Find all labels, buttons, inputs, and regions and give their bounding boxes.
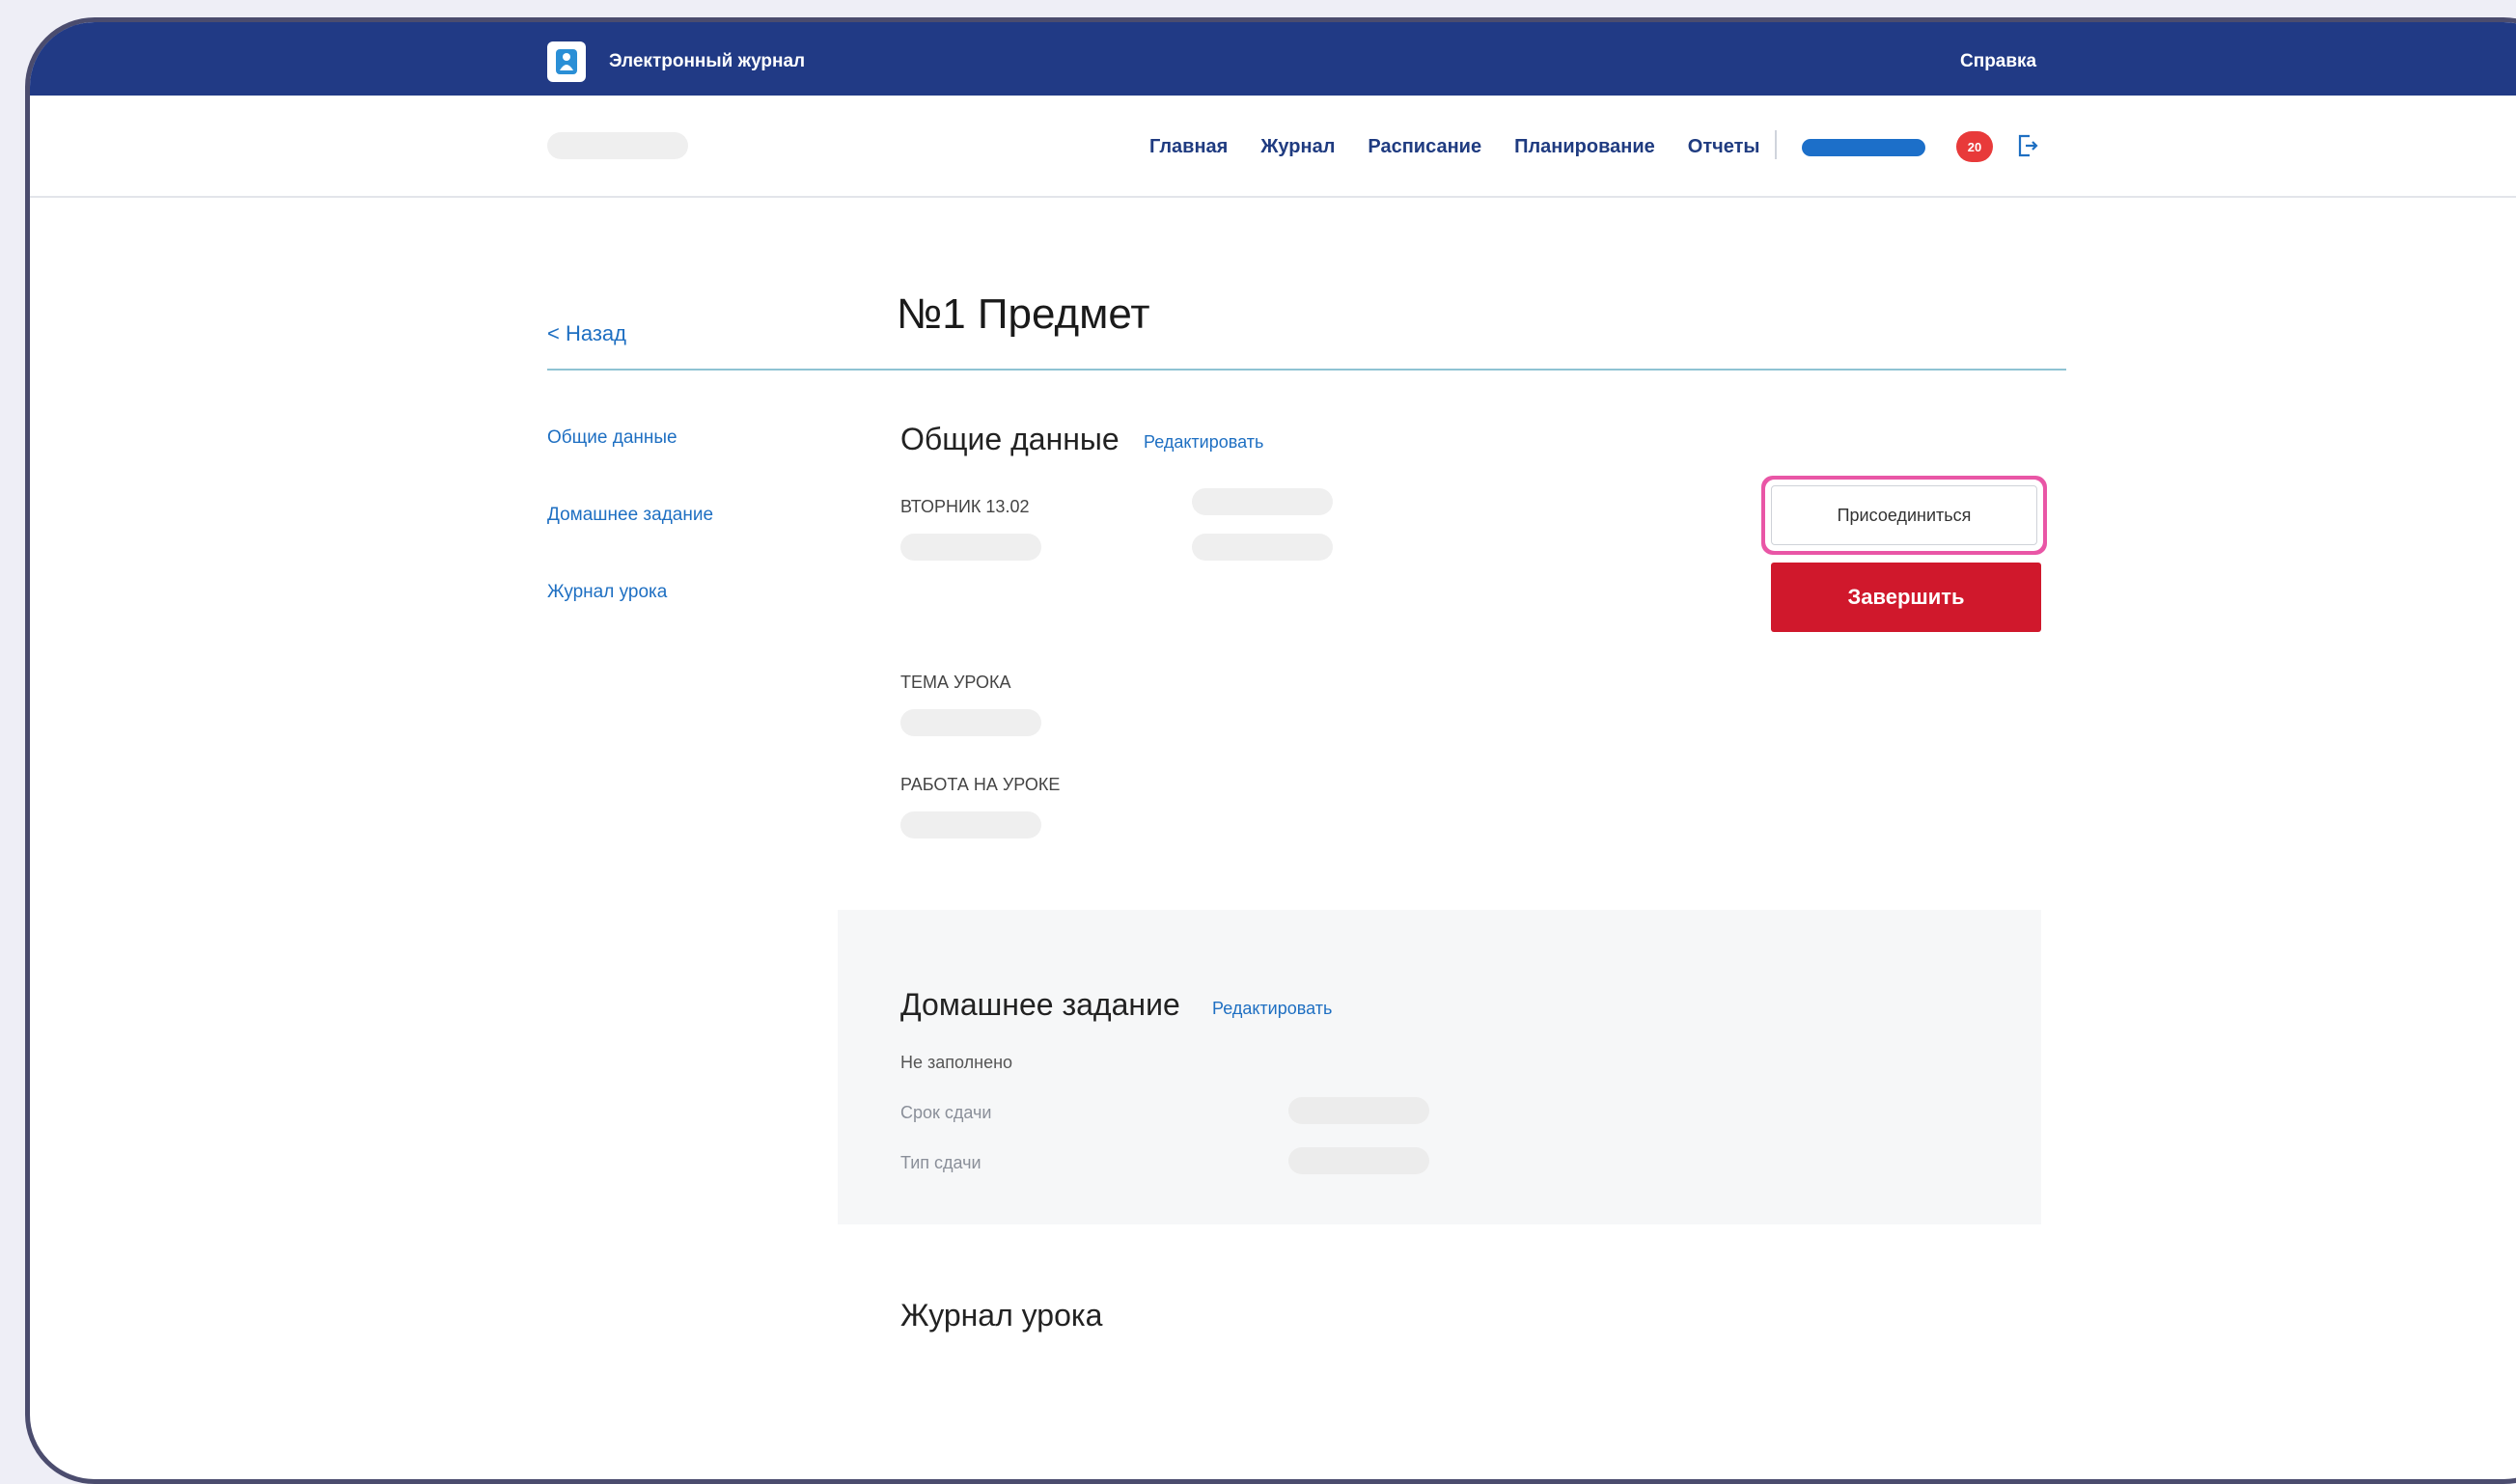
teacher-placeholder	[1192, 488, 1333, 515]
help-link[interactable]: Справка	[1960, 51, 2036, 72]
nav-divider	[1775, 130, 1777, 159]
homework-status: Не заполнено	[900, 1053, 1013, 1072]
lesson-journal-title: Журнал урока	[900, 1298, 1103, 1333]
deadline-label: Срок сдачи	[900, 1103, 992, 1122]
title-divider	[547, 369, 2066, 371]
top-bar: Электронный журнал Справка	[30, 22, 2516, 96]
submission-type-placeholder	[1288, 1147, 1429, 1174]
homework-section-title: Домашнее задание	[900, 987, 1180, 1022]
page-title: №1 Предмет	[897, 290, 1150, 338]
general-edit-link[interactable]: Редактировать	[1144, 432, 1263, 453]
classroom-placeholder	[1192, 534, 1333, 561]
lesson-topic-placeholder	[900, 709, 1041, 736]
nav-link-home[interactable]: Главная	[1149, 136, 1228, 158]
sidebar-item-homework[interactable]: Домашнее задание	[547, 505, 713, 526]
notifications-badge[interactable]: 20	[1956, 131, 1993, 162]
app-title: Электронный журнал	[609, 51, 806, 71]
homework-section: Домашнее задание Редактировать Не заполн…	[838, 910, 2041, 1224]
nav-link-planning[interactable]: Планирование	[1514, 136, 1655, 158]
lesson-day-label: ВТОРНИК 13.02	[900, 497, 1030, 516]
school-name-placeholder	[547, 132, 688, 159]
nav-bar: Главная Журнал Расписание Планирование О…	[30, 96, 2516, 198]
homework-edit-link[interactable]: Редактировать	[1212, 999, 1332, 1019]
sidebar-item-lesson-journal[interactable]: Журнал урока	[547, 582, 667, 603]
lesson-work-label: РАБОТА НА УРОКЕ	[900, 775, 1061, 794]
lesson-work-placeholder	[900, 811, 1041, 838]
nav-link-journal[interactable]: Журнал	[1260, 136, 1335, 158]
general-section-title: Общие данные	[900, 422, 1120, 456]
finish-button[interactable]: Завершить	[1771, 563, 2041, 632]
user-menu[interactable]	[1802, 139, 1925, 156]
lesson-time-placeholder	[900, 534, 1041, 561]
sidebar-item-general[interactable]: Общие данные	[547, 427, 677, 449]
nav-link-reports[interactable]: Отчеты	[1688, 136, 1760, 158]
main-nav: Главная Журнал Расписание Планирование О…	[1149, 136, 1759, 158]
deadline-placeholder	[1288, 1097, 1429, 1124]
join-button[interactable]: Присоединиться	[1771, 485, 2037, 545]
back-link[interactable]: < Назад	[547, 321, 626, 346]
logout-icon[interactable]	[2016, 133, 2039, 158]
lesson-topic-label: ТЕМА УРОКА	[900, 673, 1011, 692]
app-logo-icon[interactable]	[547, 41, 586, 82]
nav-link-schedule[interactable]: Расписание	[1368, 136, 1481, 158]
submission-type-label: Тип сдачи	[900, 1153, 982, 1172]
browser-frame: Электронный журнал Справка Главная Журна…	[25, 17, 2516, 1484]
